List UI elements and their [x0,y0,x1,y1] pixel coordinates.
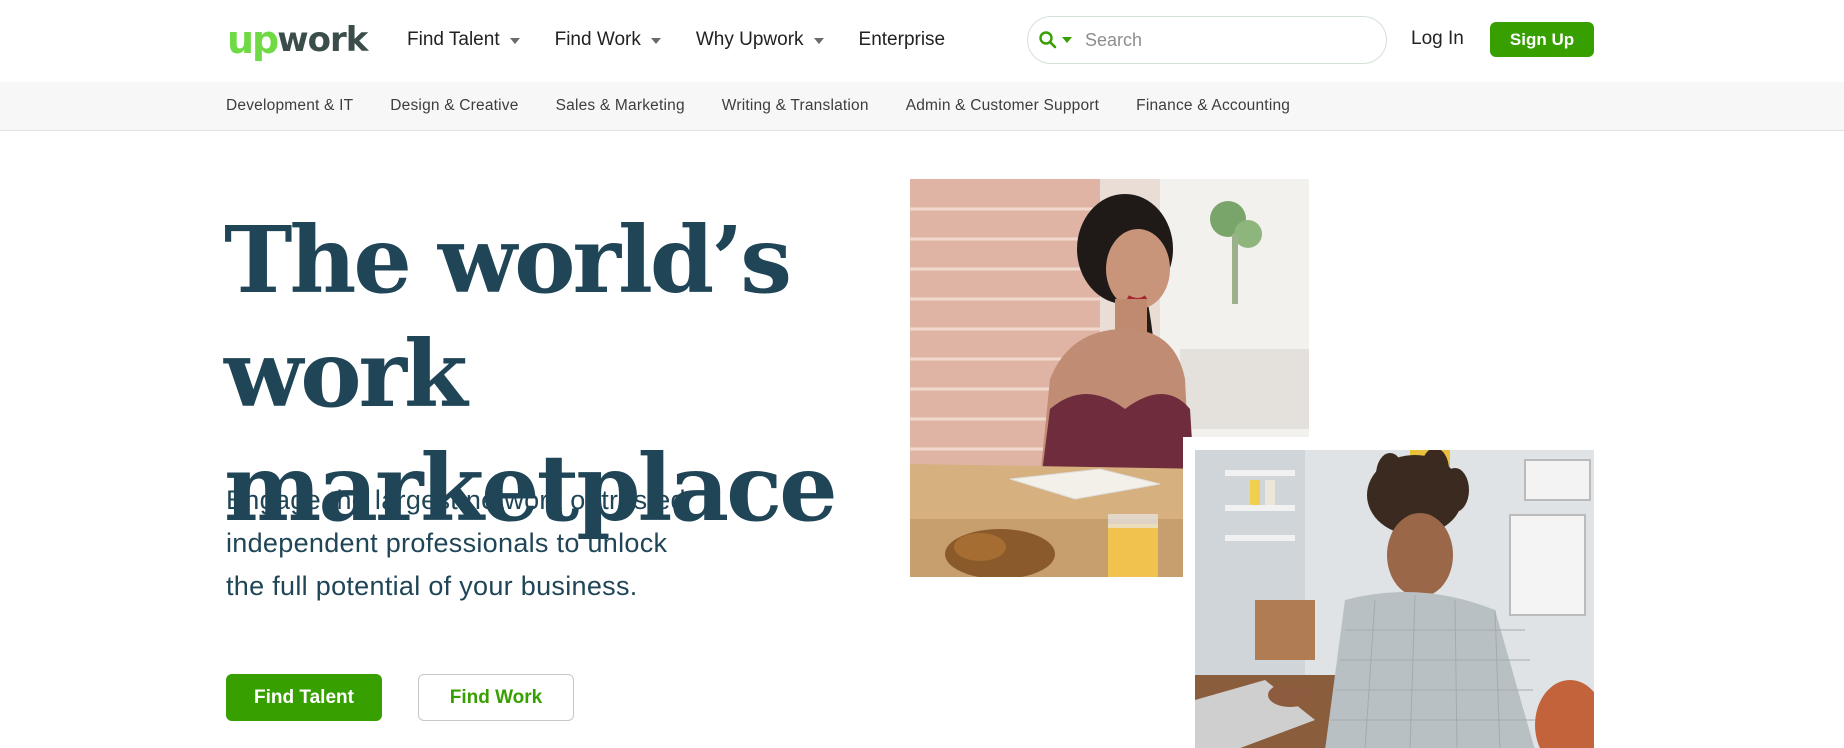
chevron-down-icon [650,38,661,44]
category-writing-translation[interactable]: Writing & Translation [722,97,869,115]
category-design-creative[interactable]: Design & Creative [390,97,518,115]
signup-button[interactable]: Sign Up [1490,22,1594,57]
find-talent-button[interactable]: Find Talent [226,674,382,721]
chevron-down-icon [509,38,520,44]
login-link[interactable]: Log In [1411,28,1464,50]
chevron-down-icon [813,38,824,44]
category-admin-support[interactable]: Admin & Customer Support [906,97,1099,115]
hero-subtitle-line3: the full potential of your business. [226,571,638,601]
nav-why-upwork-label: Why Upwork [695,29,804,50]
search-bar[interactable] [1027,16,1387,64]
search-type-dropdown-icon[interactable] [1062,37,1072,43]
upwork-logo[interactable]: up work [227,18,368,62]
category-development-it[interactable]: Development & IT [226,97,353,115]
nav-why-upwork[interactable]: Why Upwork [696,29,824,51]
category-list: Development & IT Design & Creative Sales… [226,97,1327,115]
hero-subtitle: Engage the largest network of trusted in… [226,479,786,608]
top-navigation: up work Find Talent Find Work Why Upwork … [0,0,1844,82]
category-finance-accounting[interactable]: Finance & Accounting [1136,97,1290,115]
nav-find-talent[interactable]: Find Talent [407,29,520,51]
hero-subtitle-line2: independent professionals to unlock [226,528,668,558]
nav-find-work[interactable]: Find Work [555,29,661,51]
search-input[interactable] [1085,29,1365,51]
hero-photo-man [1195,450,1594,748]
nav-enterprise-label: Enterprise [858,29,946,50]
logo-work-text: work [277,20,368,60]
hero-title-line1: The world’s work [224,206,792,428]
nav-find-work-label: Find Work [554,29,641,50]
hero-subtitle-line1: Engage the largest network of trusted [226,485,686,515]
logo-up-text: up [227,18,279,62]
nav-find-talent-label: Find Talent [407,29,500,50]
category-bar: Development & IT Design & Creative Sales… [0,82,1844,131]
nav-enterprise[interactable]: Enterprise [859,29,946,51]
search-icon[interactable] [1038,30,1058,50]
find-work-button[interactable]: Find Work [418,674,574,721]
main-menu: Find Talent Find Work Why Upwork Enterpr… [407,25,980,55]
category-sales-marketing[interactable]: Sales & Marketing [556,97,685,115]
